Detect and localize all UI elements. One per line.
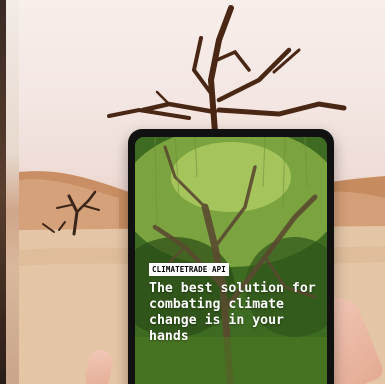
- left-partial-shadow: [0, 0, 6, 384]
- forest-tree-image: [135, 137, 327, 384]
- tablet-device: CLIMATETRADE API The best solution for c…: [128, 129, 334, 384]
- product-tag: CLIMATETRADE API: [149, 263, 229, 276]
- left-partial-image: [0, 0, 19, 384]
- desert-photo: CLIMATETRADE API The best solution for c…: [19, 0, 385, 384]
- tablet-screen: CLIMATETRADE API The best solution for c…: [135, 137, 327, 384]
- promo-headline: The best solution for combating climate …: [149, 281, 316, 344]
- dead-tree-main: [107, 5, 347, 135]
- promo-image: CLIMATETRADE API The best solution for c…: [0, 0, 385, 384]
